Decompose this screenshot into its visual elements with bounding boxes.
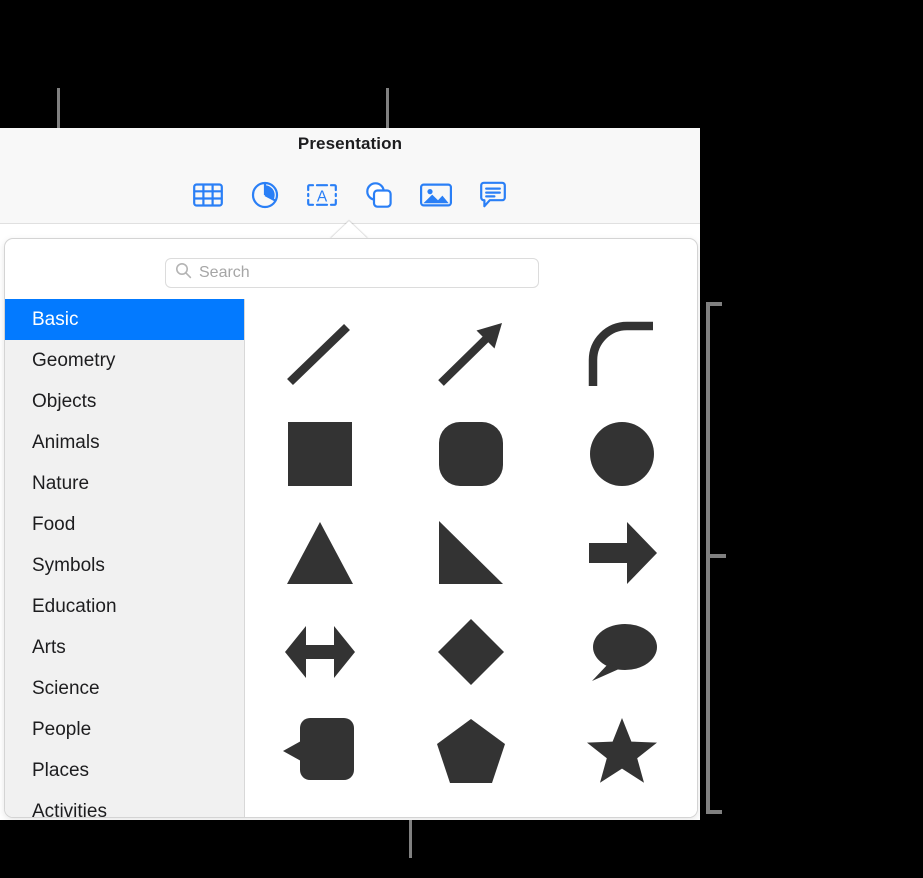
sidebar-item-geometry[interactable]: Geometry <box>5 340 244 381</box>
sidebar-item-arts[interactable]: Arts <box>5 627 244 668</box>
curved-line-shape-glyph <box>583 316 661 394</box>
search-row: Search <box>5 239 697 299</box>
shapes-grid-scroll-thumb[interactable] <box>690 303 694 603</box>
square-shape-glyph <box>281 415 359 493</box>
popover-pointer <box>330 221 368 239</box>
rounded-square-shape-glyph <box>432 415 510 493</box>
right-arrow-shape[interactable] <box>546 503 697 602</box>
line-shape[interactable] <box>245 305 396 404</box>
oval-callout-shape-glyph <box>583 613 661 691</box>
search-input[interactable]: Search <box>165 258 539 288</box>
shapes-popover: Search Basic Geometry Objects Animals Nature… <box>4 238 698 818</box>
sidebar-item-label: Symbols <box>32 555 105 576</box>
sidebar-item-education[interactable]: Education <box>5 586 244 627</box>
pentagon-shape[interactable] <box>396 701 547 800</box>
arrow-shape-glyph <box>432 316 510 394</box>
rounded-callout-shape-glyph <box>281 712 359 790</box>
media-image-icon <box>419 182 452 208</box>
sidebar-item-science[interactable]: Science <box>5 668 244 709</box>
square-shape[interactable] <box>245 404 396 503</box>
category-sidebar[interactable]: Basic Geometry Objects Animals Nature Food Sym… <box>5 299 245 817</box>
star-shape[interactable] <box>546 701 697 800</box>
sidebar-item-label: Objects <box>32 391 97 412</box>
shapes-grid <box>245 299 697 800</box>
sidebar-item-symbols[interactable]: Symbols <box>5 545 244 586</box>
right-arrow-shape-glyph <box>583 514 661 592</box>
sidebar-item-label: Basic <box>32 309 79 330</box>
sidebar-item-places[interactable]: Places <box>5 750 244 791</box>
rounded-callout-shape[interactable] <box>245 701 396 800</box>
triangle-shape[interactable] <box>245 503 396 602</box>
shape-icon <box>363 180 395 210</box>
circle-shape-glyph <box>583 415 661 493</box>
toolbar-button-group: A <box>0 176 700 214</box>
sidebar-item-label: Animals <box>32 432 100 453</box>
circle-shape[interactable] <box>546 404 697 503</box>
sidebar-item-label: Education <box>32 596 117 617</box>
callout-bracket-shapes-stub <box>710 554 726 558</box>
sidebar-item-food[interactable]: Food <box>5 504 244 545</box>
sidebar-item-nature[interactable]: Nature <box>5 463 244 504</box>
double-arrow-shape[interactable] <box>245 602 396 701</box>
sidebar-item-label: Science <box>32 678 100 699</box>
media-toolbar-button[interactable] <box>418 176 454 214</box>
curved-line-shape[interactable] <box>546 305 697 404</box>
sidebar-item-label: Places <box>32 760 90 781</box>
comment-toolbar-button[interactable] <box>475 176 511 214</box>
text-box-icon: A <box>305 182 339 208</box>
sidebar-item-objects[interactable]: Objects <box>5 381 244 422</box>
search-icon <box>175 262 192 284</box>
arrow-shape[interactable] <box>396 305 547 404</box>
sidebar-item-label: Geometry <box>32 350 116 371</box>
sidebar-item-label: Food <box>32 514 76 535</box>
diamond-shape-glyph <box>432 613 510 691</box>
diamond-shape[interactable] <box>396 602 547 701</box>
toolbar: Presentation A <box>0 128 700 224</box>
presentation-window: Presentation A Search Basic Geometry Obj… <box>0 128 700 820</box>
popover-body: Basic Geometry Objects Animals Nature Food Sym… <box>5 299 697 817</box>
right-triangle-shape[interactable] <box>396 503 547 602</box>
sidebar-item-label: Arts <box>32 637 66 658</box>
sidebar-item-label: Nature <box>32 473 90 494</box>
line-shape-glyph <box>281 316 359 394</box>
sidebar-item-people[interactable]: People <box>5 709 244 750</box>
shapes-grid-scrollbar[interactable] <box>690 303 694 813</box>
sidebar-item-basic[interactable]: Basic <box>5 299 244 340</box>
double-arrow-shape-glyph <box>281 613 359 691</box>
pentagon-shape-glyph <box>432 712 510 790</box>
sidebar-item-label: People <box>32 719 92 740</box>
sidebar-item-animals[interactable]: Animals <box>5 422 244 463</box>
callout-bracket-shapes <box>706 302 722 814</box>
comment-icon <box>478 181 508 209</box>
table-icon <box>192 182 223 208</box>
chart-toolbar-button[interactable] <box>247 176 283 214</box>
oval-callout-shape[interactable] <box>546 602 697 701</box>
sidebar-item-activities[interactable]: Activities <box>5 791 244 817</box>
rounded-square-shape[interactable] <box>396 404 547 503</box>
search-placeholder: Search <box>199 264 250 281</box>
right-triangle-shape-glyph <box>432 514 510 592</box>
document-title: Presentation <box>297 134 403 153</box>
star-shape-glyph <box>583 712 661 790</box>
triangle-shape-glyph <box>281 514 359 592</box>
table-toolbar-button[interactable] <box>190 176 226 214</box>
shapes-grid-panel <box>245 299 697 817</box>
sidebar-item-label: Activities <box>32 801 107 817</box>
shape-toolbar-button[interactable] <box>361 176 397 214</box>
text-toolbar-button[interactable]: A <box>304 176 340 214</box>
chart-icon <box>251 181 279 209</box>
svg-text:A: A <box>316 188 327 205</box>
